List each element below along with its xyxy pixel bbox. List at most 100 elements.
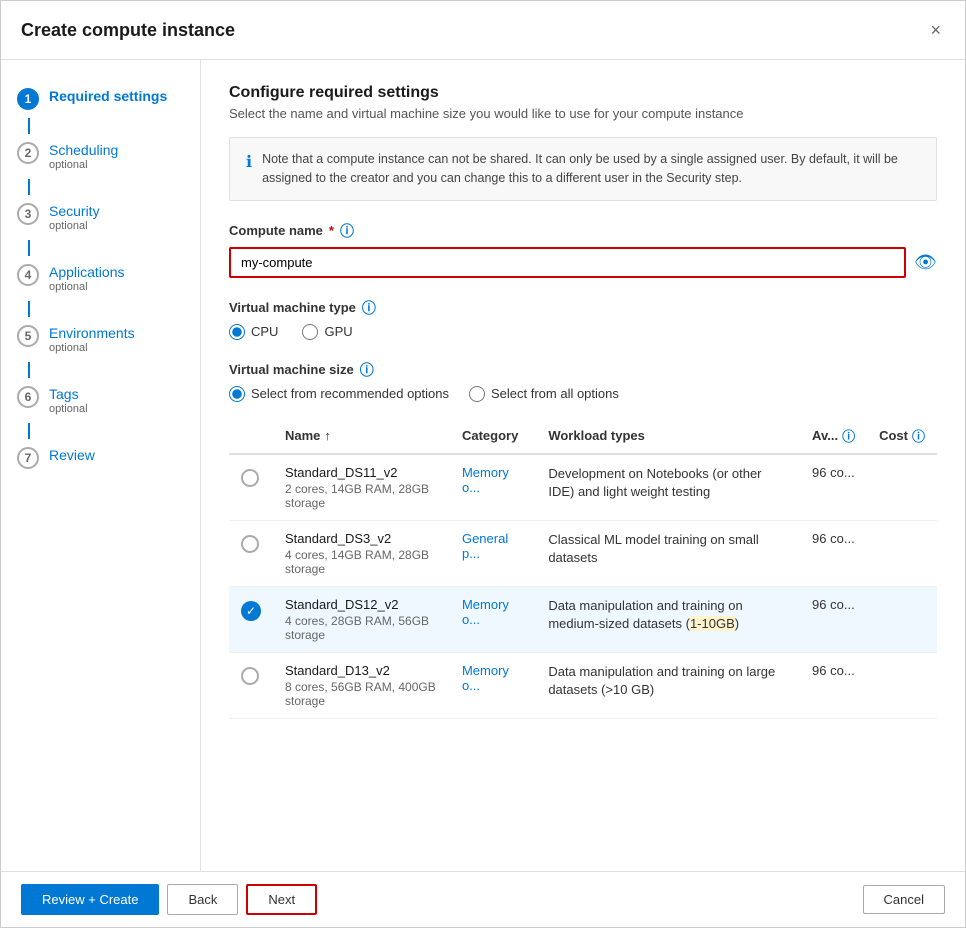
- th-name[interactable]: Name ↑: [273, 418, 450, 454]
- row-select-cell[interactable]: [229, 520, 273, 586]
- section-title: Configure required settings: [229, 84, 937, 102]
- row-select-cell[interactable]: ✓: [229, 586, 273, 652]
- next-button[interactable]: Next: [246, 884, 317, 915]
- info-box: ℹ Note that a compute instance can not b…: [229, 137, 937, 201]
- vm-specs: 4 cores, 14GB RAM, 28GB storage: [285, 548, 438, 576]
- vm-specs: 8 cores, 56GB RAM, 400GB storage: [285, 680, 438, 708]
- cost-info-icon[interactable]: ⓘ: [912, 426, 925, 445]
- row-avail-cell: 96 co...: [800, 520, 867, 586]
- vm-size-recommended-radio[interactable]: [229, 386, 245, 402]
- row-select-radio[interactable]: [241, 535, 259, 553]
- step-num-3: 3: [17, 203, 39, 225]
- row-category-cell: Memory o...: [450, 586, 536, 652]
- sidebar-connector: [28, 362, 30, 378]
- vm-name: Standard_DS11_v2: [285, 465, 438, 480]
- row-cost-cell: [867, 454, 937, 521]
- sidebar-connector: [28, 301, 30, 317]
- row-cost-cell: [867, 520, 937, 586]
- vm-avail: 96 co...: [812, 597, 855, 612]
- vm-size-all-radio[interactable]: [469, 386, 485, 402]
- sidebar-label-security: Security: [49, 203, 100, 219]
- compute-name-label: Compute name * ⓘ: [229, 221, 937, 241]
- table-row[interactable]: ✓ Standard_DS12_v2 4 cores, 28GB RAM, 56…: [229, 586, 937, 652]
- step-num-7: 7: [17, 447, 39, 469]
- row-select-radio-checked[interactable]: ✓: [241, 601, 261, 621]
- compute-name-row: 👁: [229, 247, 937, 278]
- vm-name: Standard_D13_v2: [285, 663, 438, 678]
- compute-name-info-icon: ⓘ: [340, 221, 354, 241]
- required-marker: *: [329, 223, 334, 238]
- sidebar-item-content: Review: [49, 447, 95, 463]
- sidebar-item-content: Scheduling optional: [49, 142, 118, 171]
- review-create-button[interactable]: Review + Create: [21, 884, 159, 915]
- row-select-radio[interactable]: [241, 469, 259, 487]
- sidebar-item-applications[interactable]: 4 Applications optional: [1, 256, 200, 301]
- vm-workload: Data manipulation and training on large …: [548, 664, 775, 697]
- vm-size-field-group: Virtual machine size ⓘ Select from recom…: [229, 360, 937, 719]
- vm-workload: Classical ML model training on small dat…: [548, 532, 759, 565]
- row-select-cell[interactable]: [229, 454, 273, 521]
- dialog-body: 1 Required settings 2 Scheduling optiona…: [1, 60, 965, 871]
- vm-type-cpu-option[interactable]: CPU: [229, 324, 278, 340]
- row-workload-cell: Development on Notebooks (or other IDE) …: [536, 454, 800, 521]
- sidebar-sub-environments: optional: [49, 342, 135, 354]
- eye-icon[interactable]: 👁: [914, 252, 937, 273]
- step-num-2: 2: [17, 142, 39, 164]
- row-name-cell: Standard_DS3_v2 4 cores, 14GB RAM, 28GB …: [273, 520, 450, 586]
- sidebar-item-scheduling[interactable]: 2 Scheduling optional: [1, 134, 200, 179]
- table-row[interactable]: Standard_D13_v2 8 cores, 56GB RAM, 400GB…: [229, 652, 937, 718]
- sidebar-label-applications: Applications: [49, 264, 125, 280]
- row-avail-cell: 96 co...: [800, 454, 867, 521]
- vm-category: Memory o...: [462, 465, 509, 495]
- dialog-header: Create compute instance ×: [1, 1, 965, 60]
- vm-size-all-option[interactable]: Select from all options: [469, 386, 619, 402]
- vm-type-gpu-option[interactable]: GPU: [302, 324, 352, 340]
- table-row[interactable]: Standard_DS11_v2 2 cores, 14GB RAM, 28GB…: [229, 454, 937, 521]
- compute-name-input[interactable]: [229, 247, 906, 278]
- row-name-cell: Standard_DS11_v2 2 cores, 14GB RAM, 28GB…: [273, 454, 450, 521]
- step-num-5: 5: [17, 325, 39, 347]
- back-button[interactable]: Back: [167, 884, 238, 915]
- vm-specs: 2 cores, 14GB RAM, 28GB storage: [285, 482, 438, 510]
- vm-workload: Development on Notebooks (or other IDE) …: [548, 466, 761, 499]
- sidebar-item-content: Applications optional: [49, 264, 125, 293]
- sidebar-label-required-settings: Required settings: [49, 88, 167, 104]
- vm-type-cpu-radio[interactable]: [229, 324, 245, 340]
- row-select-cell[interactable]: [229, 652, 273, 718]
- sidebar-label-scheduling: Scheduling: [49, 142, 118, 158]
- sidebar-item-required-settings[interactable]: 1 Required settings: [1, 80, 200, 118]
- row-cost-cell: [867, 586, 937, 652]
- vm-type-field-group: Virtual machine type ⓘ CPU GPU: [229, 298, 937, 340]
- vm-type-options: CPU GPU: [229, 324, 937, 340]
- row-workload-cell: Data manipulation and training on large …: [536, 652, 800, 718]
- row-name-cell: Standard_DS12_v2 4 cores, 28GB RAM, 56GB…: [273, 586, 450, 652]
- sidebar-label-tags: Tags: [49, 386, 88, 402]
- sidebar-item-tags[interactable]: 6 Tags optional: [1, 378, 200, 423]
- row-workload-cell: Classical ML model training on small dat…: [536, 520, 800, 586]
- av-info-icon[interactable]: ⓘ: [842, 426, 855, 445]
- table-row[interactable]: Standard_DS3_v2 4 cores, 14GB RAM, 28GB …: [229, 520, 937, 586]
- sidebar-sub-security: optional: [49, 220, 100, 232]
- vm-type-info-icon: ⓘ: [362, 298, 376, 318]
- highlight-range: 1-10GB: [690, 616, 735, 631]
- vm-avail: 96 co...: [812, 663, 855, 678]
- vm-size-table: Name ↑ Category Workload types Av... ⓘ C…: [229, 418, 937, 719]
- vm-avail: 96 co...: [812, 531, 855, 546]
- sidebar-item-environments[interactable]: 5 Environments optional: [1, 317, 200, 362]
- cancel-button[interactable]: Cancel: [863, 885, 945, 914]
- th-availability: Av... ⓘ: [800, 418, 867, 454]
- vm-category: Memory o...: [462, 597, 509, 627]
- vm-name: Standard_DS3_v2: [285, 531, 438, 546]
- row-select-radio[interactable]: [241, 667, 259, 685]
- sidebar-connector: [28, 240, 30, 256]
- vm-avail: 96 co...: [812, 465, 855, 480]
- th-category: Category: [450, 418, 536, 454]
- sidebar-sub-tags: optional: [49, 403, 88, 415]
- close-button[interactable]: ×: [926, 17, 945, 43]
- vm-type-gpu-radio[interactable]: [302, 324, 318, 340]
- section-subtitle: Select the name and virtual machine size…: [229, 106, 937, 121]
- sidebar-item-security[interactable]: 3 Security optional: [1, 195, 200, 240]
- sidebar-item-review[interactable]: 7 Review: [1, 439, 200, 477]
- vm-size-recommended-option[interactable]: Select from recommended options: [229, 386, 449, 402]
- vm-size-all-label: Select from all options: [491, 386, 619, 401]
